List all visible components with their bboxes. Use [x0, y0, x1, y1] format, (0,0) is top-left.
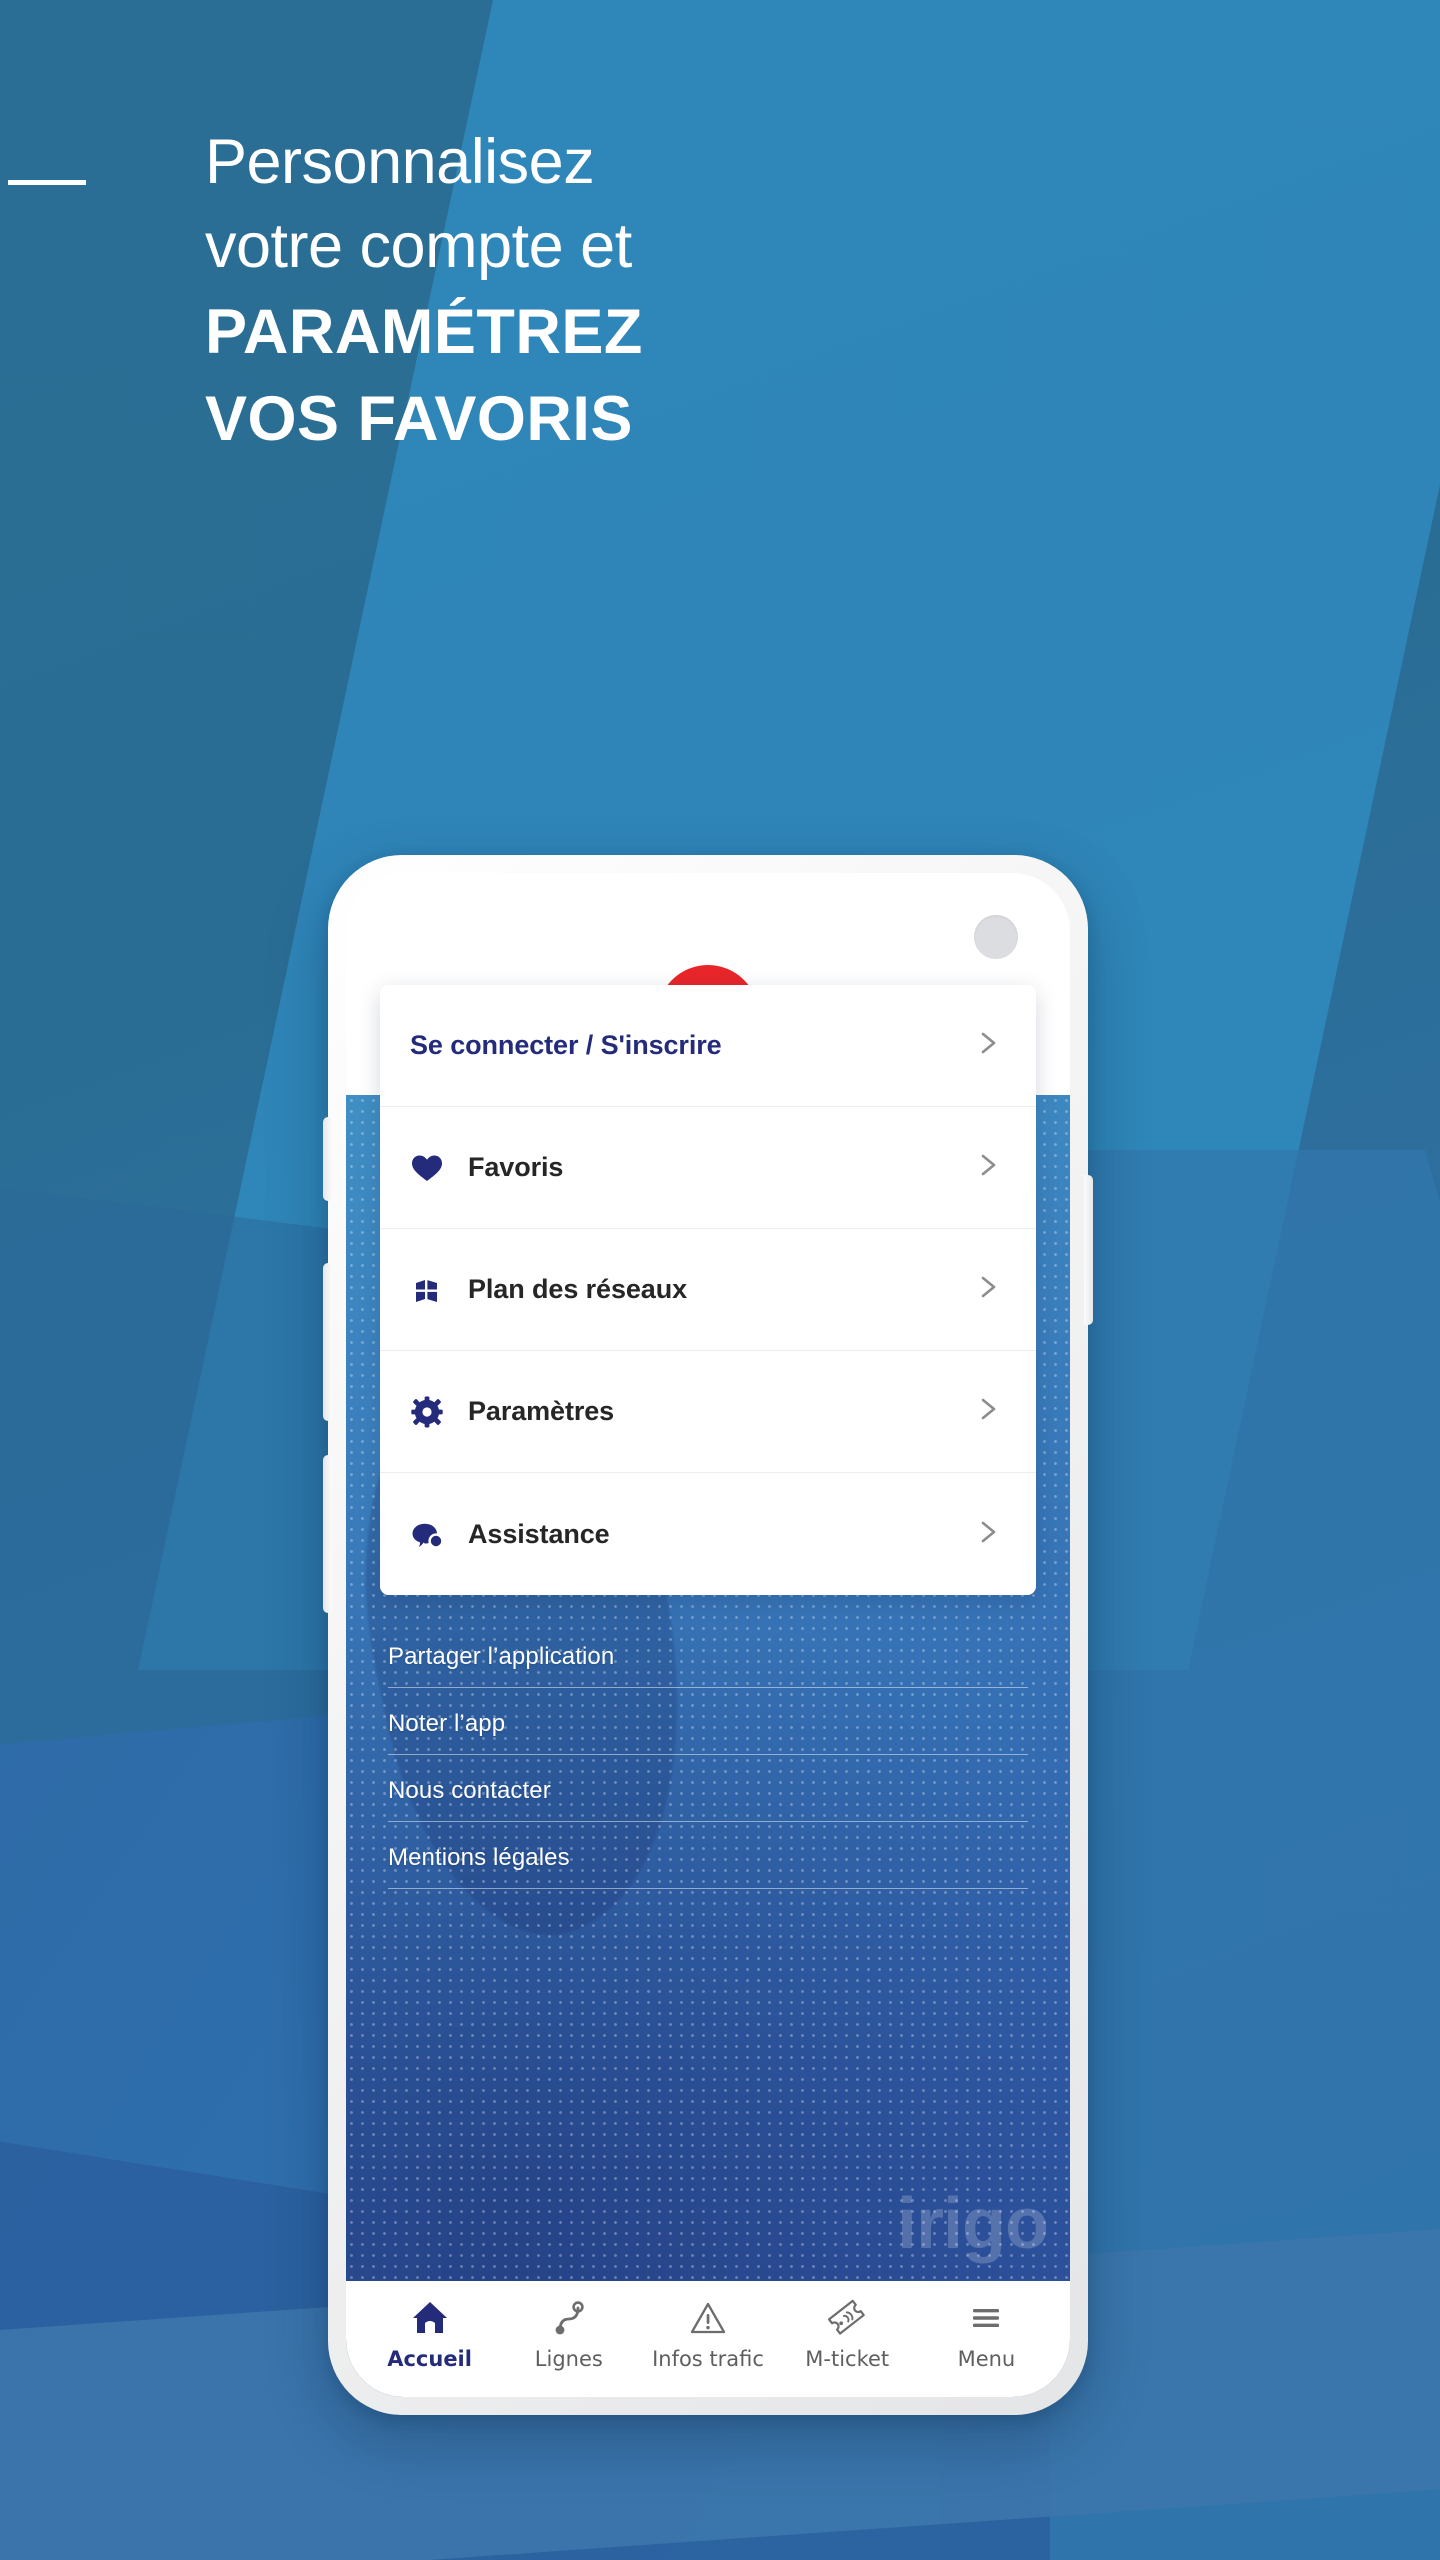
app-background-panel: Se connecter / S'inscrire Favoris Plan d…: [346, 985, 1070, 2397]
menu-item-favoris-label: Favoris: [468, 1152, 564, 1182]
headline-line-3: PARAMÉTREZ: [205, 296, 643, 367]
nav-item-lignes[interactable]: Lignes: [499, 2296, 638, 2371]
chevron-right-icon: [976, 1272, 1002, 1307]
menu-item-assistance-label: Assistance: [468, 1518, 610, 1549]
promo-headline: Personnalisez votre compte et PARAMÉTREZ…: [0, 120, 900, 463]
home-icon: [410, 2296, 450, 2340]
chevron-right-icon: [976, 1150, 1002, 1185]
menu-item-login[interactable]: Se connecter / S'inscrire: [380, 985, 1036, 1107]
nav-item-lignes-label: Lignes: [534, 2346, 603, 2371]
headline-line-4: VOS FAVORIS: [205, 383, 633, 454]
bottom-navigation-bar: Accueil Lignes Infos trafic M-ticket Men…: [346, 2281, 1070, 2397]
hamburger-menu-icon: [966, 2296, 1006, 2340]
link-noter-label: Noter l’app: [388, 1710, 506, 1737]
heart-icon: [410, 1153, 468, 1183]
link-item-mentions[interactable]: Mentions légales: [388, 1826, 1028, 1893]
menu-item-plan-reseaux[interactable]: Plan des réseaux: [380, 1229, 1036, 1351]
link-partager-label: Partager l’application: [388, 1643, 615, 1670]
gear-icon: [410, 1396, 468, 1428]
menu-item-assistance[interactable]: Assistance: [380, 1473, 1036, 1595]
front-camera-icon: [974, 915, 1018, 959]
link-divider: [388, 1888, 1028, 1889]
link-item-contact[interactable]: Nous contacter: [388, 1759, 1028, 1826]
link-item-noter[interactable]: Noter l’app: [388, 1692, 1028, 1759]
headline-dash-icon: [8, 180, 86, 185]
menu-item-parametres[interactable]: Paramètres: [380, 1351, 1036, 1473]
warning-triangle-icon: [688, 2296, 728, 2340]
headline-line-2: votre compte et: [205, 211, 632, 282]
link-mentions-label: Mentions légales: [388, 1844, 570, 1871]
headline-line-1: Personnalisez: [205, 127, 595, 197]
main-menu-card: Se connecter / S'inscrire Favoris Plan d…: [380, 985, 1036, 1595]
phone-volume-down-button[interactable]: [323, 1455, 332, 1613]
link-divider: [388, 1821, 1028, 1822]
nav-item-m-ticket[interactable]: M-ticket: [778, 2296, 917, 2371]
nav-item-accueil-label: Accueil: [387, 2346, 472, 2371]
chevron-right-icon: [976, 1028, 1002, 1063]
chevron-right-icon: [976, 1394, 1002, 1429]
menu-item-plan-reseaux-label: Plan des réseaux: [468, 1274, 688, 1304]
secondary-links: Partager l’application Noter l’app Nous …: [346, 1625, 1070, 1893]
network-map-icon: [410, 1275, 468, 1305]
link-item-partager[interactable]: Partager l’application: [388, 1625, 1028, 1692]
nav-item-infos-trafic[interactable]: Infos trafic: [638, 2296, 777, 2371]
phone-volume-up-button[interactable]: [323, 1263, 332, 1421]
nav-item-menu[interactable]: Menu: [917, 2296, 1056, 2371]
nav-item-accueil[interactable]: Accueil: [360, 2296, 499, 2371]
nav-item-infos-trafic-label: Infos trafic: [652, 2346, 764, 2371]
phone-screen: Se connecter / S'inscrire Favoris Plan d…: [346, 873, 1070, 2397]
nav-item-m-ticket-label: M-ticket: [805, 2346, 890, 2371]
link-contact-label: Nous contacter: [388, 1777, 551, 1804]
menu-item-login-label: Se connecter / S'inscrire: [410, 1030, 722, 1060]
chat-bubbles-icon: [410, 1518, 468, 1550]
phone-mockup: Se connecter / S'inscrire Favoris Plan d…: [323, 855, 1093, 2415]
link-divider: [388, 1687, 1028, 1688]
phone-power-button[interactable]: [1084, 1175, 1093, 1325]
menu-item-favoris[interactable]: Favoris: [380, 1107, 1036, 1229]
headline-lines: Personnalisez votre compte et PARAMÉTREZ…: [205, 120, 900, 463]
nfc-ticket-icon: [826, 2296, 868, 2340]
phone-side-button-top[interactable]: [323, 1117, 332, 1201]
link-divider: [388, 1754, 1028, 1755]
chevron-right-icon: [976, 1517, 1002, 1552]
nav-item-menu-label: Menu: [957, 2346, 1016, 2371]
route-line-icon: [549, 2296, 589, 2340]
irigo-watermark: irigo: [897, 2184, 1049, 2264]
menu-item-parametres-label: Paramètres: [468, 1396, 615, 1426]
